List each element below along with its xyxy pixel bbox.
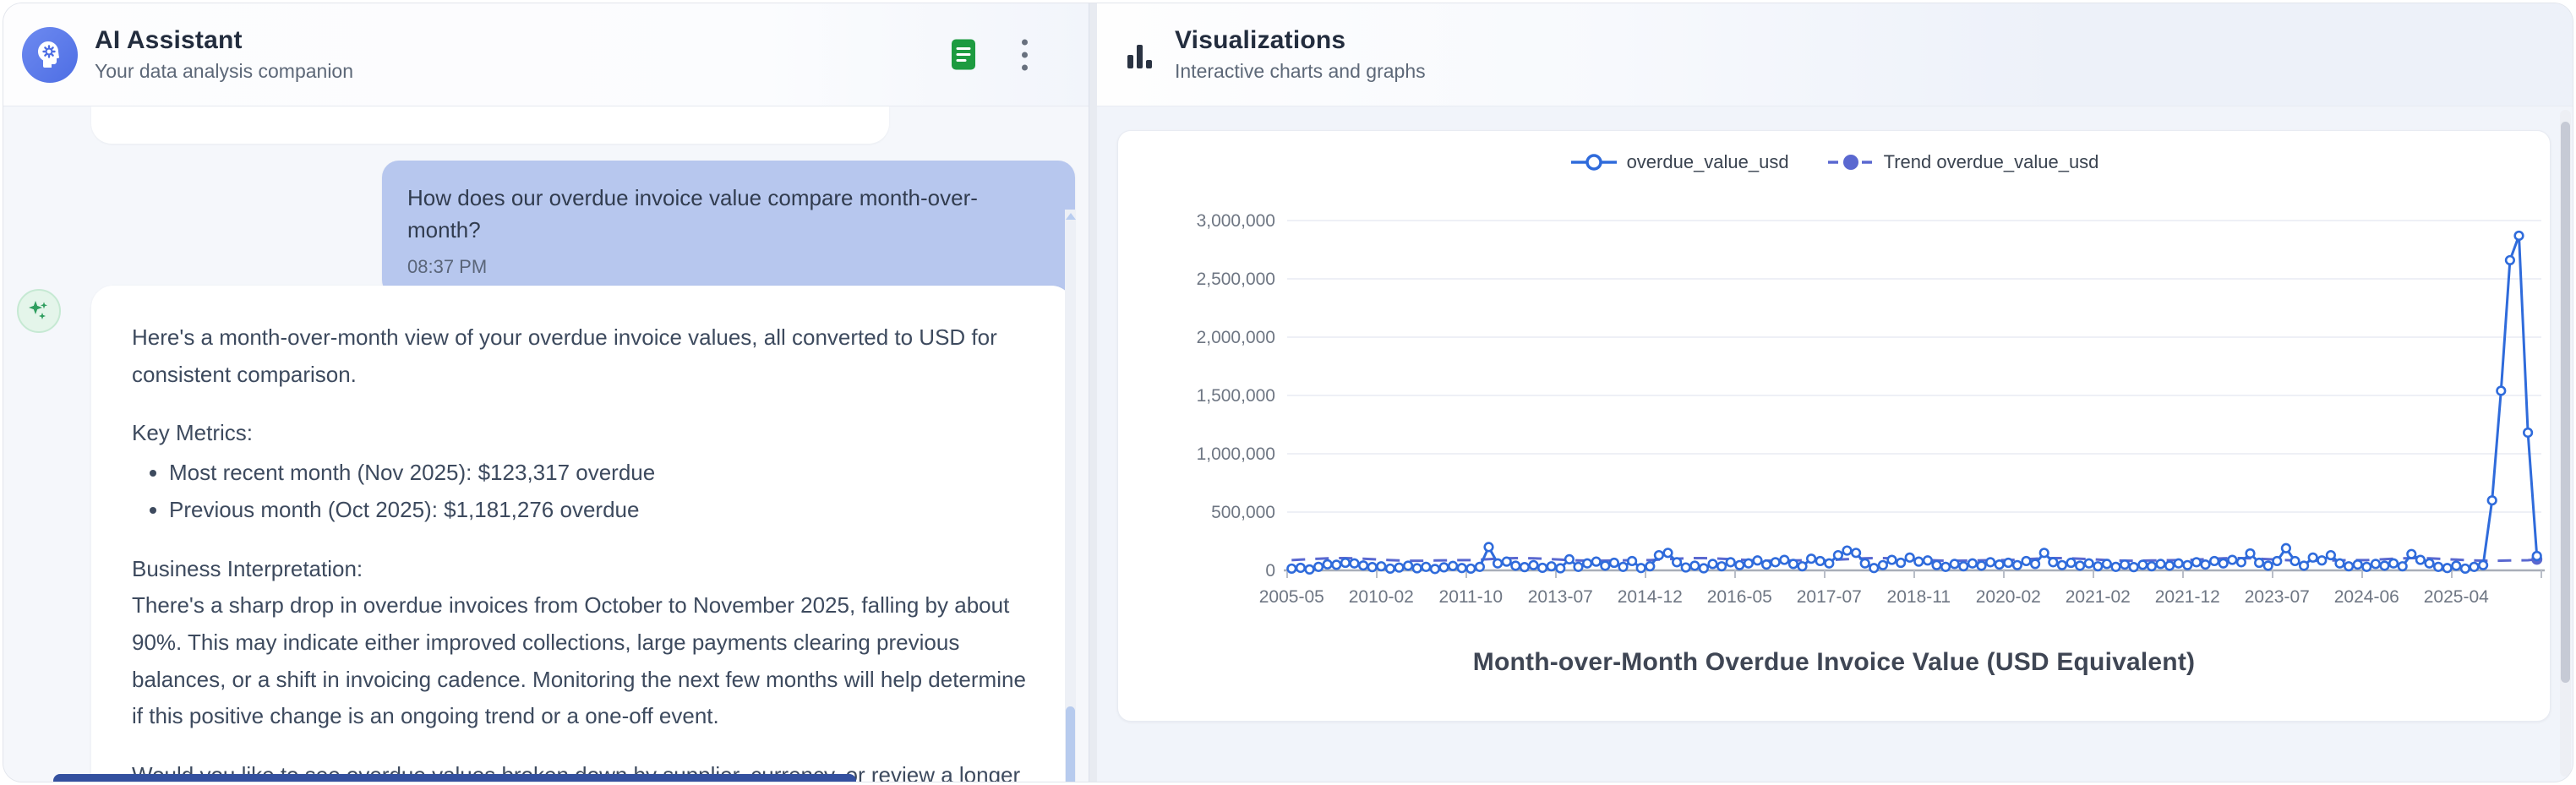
green-spreadsheet-icon: [949, 38, 978, 72]
svg-text:2025-04: 2025-04: [2424, 587, 2489, 607]
interpretation-label: Business Interpretation:: [132, 551, 1033, 588]
overdue-line-chart[interactable]: 0 500,000 1,000,000 1,500,000 2,000,000 2,500…: [1118, 192, 2551, 631]
key-metric-item: Most recent month (Nov 2025): $123,317 o…: [169, 457, 1033, 488]
svg-text:1,000,000: 1,000,000: [1197, 444, 1275, 464]
export-sheet-button[interactable]: [949, 38, 978, 72]
key-metrics-label: Key Metrics:: [132, 415, 1033, 452]
assistant-message-bubble: Here's a month-over-month view of your o…: [91, 286, 1073, 782]
chart-title: Month-over-Month Overdue Invoice Value (…: [1118, 648, 2550, 677]
chat-title: AI Assistant: [95, 26, 353, 55]
vis-title: Visualizations: [1175, 26, 1426, 55]
assistant-intro: Here's a month-over-month view of your o…: [132, 319, 1033, 393]
vis-scrollbar-thumb[interactable]: [2561, 122, 2570, 683]
svg-text:2013-07: 2013-07: [1528, 587, 1593, 607]
user-message-time: 08:37 PM: [407, 256, 1050, 278]
key-metrics-list: Most recent month (Nov 2025): $123,317 o…: [169, 457, 1033, 526]
chat-subtitle: Your data analysis companion: [95, 60, 353, 83]
svg-text:1,500,000: 1,500,000: [1197, 386, 1275, 406]
vis-header-text: Visualizations Interactive charts and gr…: [1175, 26, 1426, 83]
chart-legend: overdue_value_usd Trend overdue_value_us…: [1118, 151, 2550, 173]
kebab-dot: [1022, 52, 1028, 57]
chat-scrollbar-thumb[interactable]: [1066, 706, 1075, 782]
screenshot-canvas: AI Assistant Your data analysis companio…: [0, 0, 2576, 785]
svg-text:2010-02: 2010-02: [1349, 587, 1414, 607]
dashed-line-filled-marker-icon: [1826, 152, 1875, 172]
svg-text:2024-06: 2024-06: [2334, 587, 2399, 607]
svg-text:2016-05: 2016-05: [1707, 587, 1772, 607]
solid-line-open-marker-icon: [1569, 152, 1618, 172]
vis-scrollbar[interactable]: [2560, 110, 2571, 777]
chat-input-top-edge[interactable]: [53, 774, 856, 782]
svg-text:2005-05: 2005-05: [1259, 587, 1324, 607]
svg-text:500,000: 500,000: [1211, 503, 1275, 522]
key-metric-item: Previous month (Oct 2025): $1,181,276 ov…: [169, 494, 1033, 525]
legend-label: Trend overdue_value_usd: [1884, 151, 2099, 173]
legend-label: overdue_value_usd: [1627, 151, 1789, 173]
svg-text:0: 0: [1265, 561, 1275, 581]
chat-message-list[interactable]: How does our overdue invoice value compa…: [3, 106, 1089, 782]
svg-text:2020-02: 2020-02: [1976, 587, 2041, 607]
previous-message-fragment: [91, 106, 889, 144]
vis-subtitle: Interactive charts and graphs: [1175, 60, 1426, 83]
chart-box[interactable]: 0 500,000 1,000,000 1,500,000 2,000,000 2,500…: [1118, 192, 2551, 631]
svg-text:2017-07: 2017-07: [1797, 587, 1862, 607]
assistant-sparkle-avatar: [17, 289, 61, 333]
kebab-dot: [1022, 39, 1028, 45]
kebab-dot: [1022, 64, 1028, 70]
svg-text:2011-10: 2011-10: [1439, 587, 1504, 607]
user-message-text: How does our overdue invoice value compa…: [407, 183, 1050, 246]
user-message-bubble: How does our overdue invoice value compa…: [382, 161, 1075, 297]
chat-scrollbar[interactable]: [1065, 210, 1076, 782]
chat-header: AI Assistant Your data analysis companio…: [3, 3, 1089, 106]
interpretation-body: There's a sharp drop in overdue invoices…: [132, 587, 1033, 735]
visualizations-header: Visualizations Interactive charts and gr…: [1097, 3, 2573, 106]
legend-item-overdue-value[interactable]: overdue_value_usd: [1569, 151, 1789, 173]
bar-chart-icon: [1122, 36, 1156, 74]
scroll-up-arrow-icon[interactable]: [1066, 213, 1076, 220]
svg-text:2023-07: 2023-07: [2245, 587, 2310, 607]
chat-header-actions: [949, 34, 1033, 75]
chat-header-text: AI Assistant Your data analysis companio…: [95, 26, 353, 83]
chart-card: overdue_value_usd Trend overdue_value_us…: [1117, 130, 2551, 722]
head-gear-icon: [33, 38, 67, 72]
svg-text:2,000,000: 2,000,000: [1197, 328, 1275, 347]
svg-text:3,000,000: 3,000,000: [1197, 211, 1275, 231]
svg-text:2014-12: 2014-12: [1618, 587, 1683, 607]
chat-panel: AI Assistant Your data analysis companio…: [3, 3, 1089, 782]
svg-text:2021-02: 2021-02: [2066, 587, 2131, 607]
svg-text:2,500,000: 2,500,000: [1197, 270, 1275, 289]
sparkles-icon: [25, 297, 52, 324]
legend-item-trend[interactable]: Trend overdue_value_usd: [1826, 151, 2099, 173]
assistant-avatar: [22, 27, 78, 83]
visualizations-panel: Visualizations Interactive charts and gr…: [1097, 3, 2573, 782]
svg-text:2018-11: 2018-11: [1887, 587, 1951, 607]
chat-menu-button[interactable]: [1017, 34, 1033, 75]
app-window: AI Assistant Your data analysis companio…: [3, 3, 2573, 782]
svg-text:2021-12: 2021-12: [2155, 587, 2220, 607]
